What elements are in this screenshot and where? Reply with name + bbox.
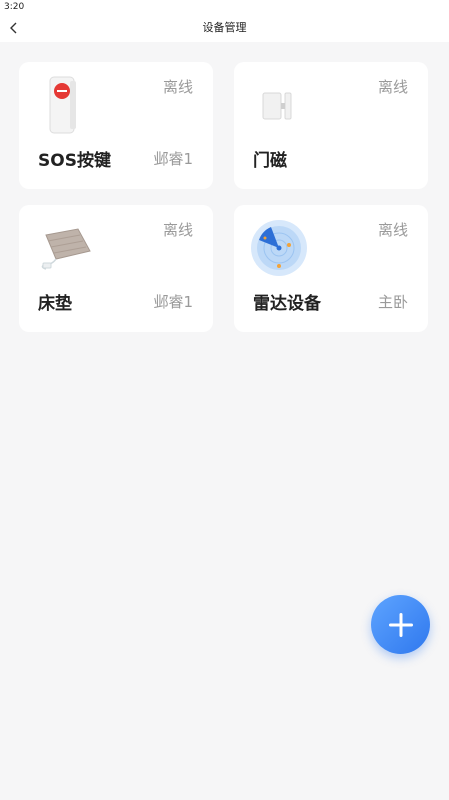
device-status: 离线 (162, 78, 193, 96)
radar-icon (248, 217, 310, 279)
device-card-radar[interactable]: 离线 雷达设备 主卧 (234, 205, 428, 332)
device-card-sos[interactable]: 离线 SOS按键 邺睿1 (19, 62, 213, 189)
status-time: 3:20 (4, 2, 25, 12)
device-name: 床垫 (38, 294, 72, 314)
device-grid: 离线 SOS按键 邺睿1 离线 门磁 离线 床垫 邺睿1 离线 雷达设备 主卧 (19, 62, 428, 332)
device-status: 离线 (377, 78, 408, 96)
mattress-icon (33, 217, 95, 279)
device-status: 离线 (377, 221, 408, 239)
device-location: 邺睿1 (153, 150, 193, 168)
door-sensor-icon (248, 74, 310, 136)
add-device-button[interactable] (371, 595, 430, 654)
status-bar: 3:20 (0, 0, 449, 14)
device-name: 雷达设备 (253, 294, 321, 314)
page-title: 设备管理 (202, 21, 247, 34)
device-status: 离线 (162, 221, 193, 239)
sos-button-icon (33, 74, 95, 136)
device-name: SOS按键 (38, 151, 111, 171)
device-location: 主卧 (377, 293, 408, 311)
nav-bar: 设备管理 (0, 14, 449, 42)
device-location: 邺睿1 (153, 293, 193, 311)
plus-icon (388, 612, 413, 637)
device-name: 门磁 (253, 151, 287, 171)
device-card-mattress[interactable]: 离线 床垫 邺睿1 (19, 205, 213, 332)
device-card-door-sensor[interactable]: 离线 门磁 (234, 62, 428, 189)
